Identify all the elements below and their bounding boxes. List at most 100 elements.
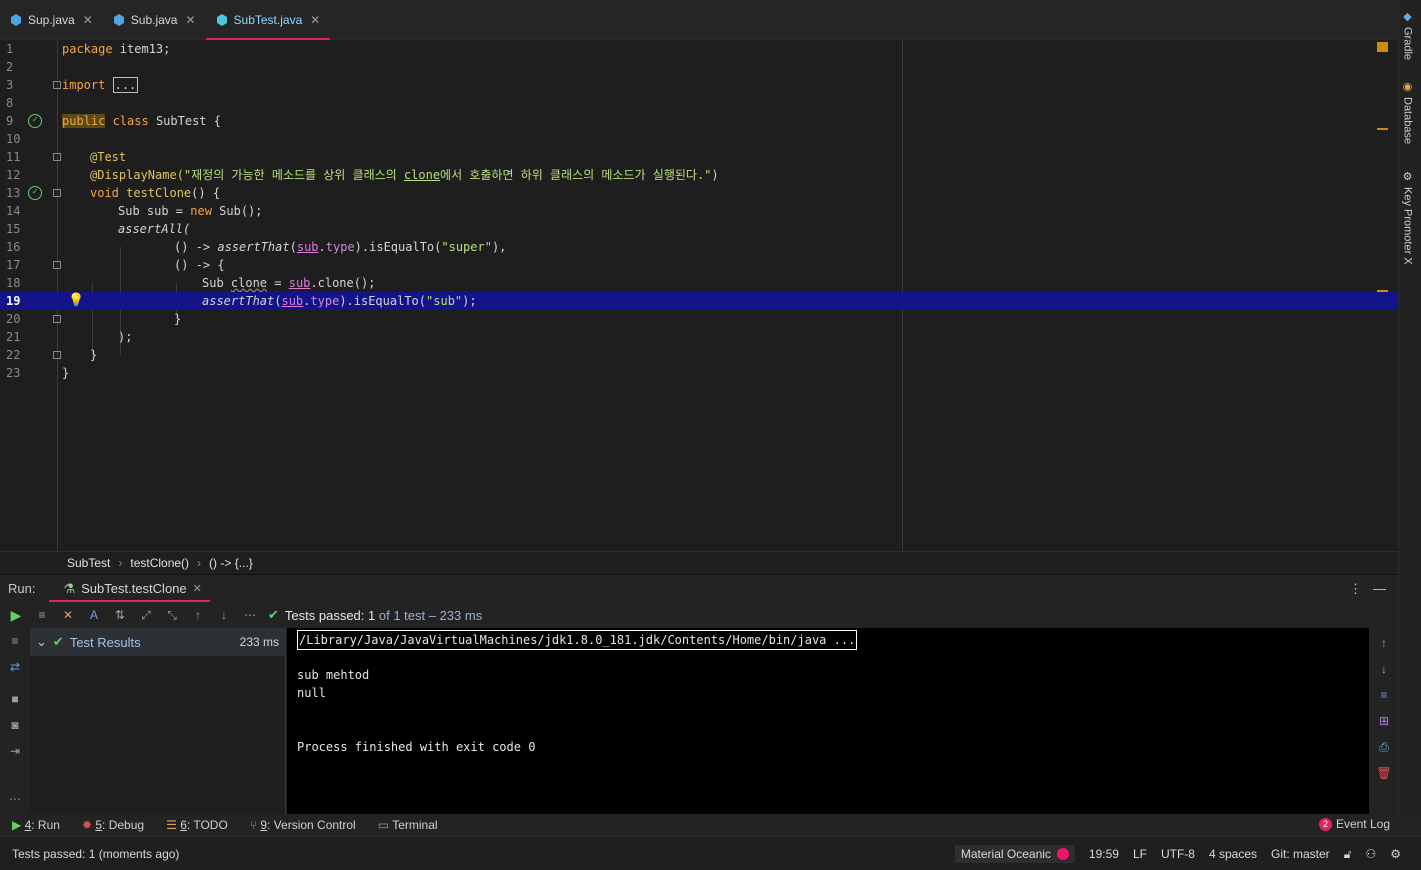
sort-duration-icon[interactable]: ⇅ (112, 608, 128, 622)
soft-wrap-icon[interactable]: ≡ (1376, 688, 1392, 702)
rerun-failed-icon[interactable]: ≡ (34, 608, 50, 622)
rerun-icon[interactable]: ▶ (8, 607, 24, 624)
breadcrumb-item[interactable]: SubTest (67, 556, 110, 570)
test-passed-icon[interactable]: ✓ (28, 114, 42, 128)
breadcrumb-item[interactable]: () -> {...} (209, 556, 253, 570)
stop-square-icon[interactable]: ■ (7, 692, 23, 706)
more-icon[interactable]: ⋯ (7, 792, 23, 806)
status-message[interactable]: Tests passed: 1 (moments ago) (12, 847, 179, 861)
event-log[interactable]: 2 Event Log (1318, 817, 1390, 831)
code-line: 3 import ... (6, 77, 139, 93)
console-output[interactable]: /Library/Java/JavaVirtualMachines/jdk1.8… (287, 628, 1369, 814)
code-line: 2 (6, 60, 14, 74)
more-options-icon[interactable]: ⋮ (1349, 581, 1362, 597)
current-code-line: 19 💡 assertThat(sub.type).isEqualTo("sub… (0, 292, 1398, 310)
fold-icon[interactable] (53, 351, 61, 359)
sort-alpha-icon[interactable]: A (86, 608, 102, 622)
run-window-header: Run: ⚗ SubTest.testClone ✕ ⋮ — (0, 574, 1398, 603)
code-line: 9 ✓ public class SubTest { (6, 114, 221, 128)
close-icon[interactable]: ✕ (185, 13, 195, 27)
camera-icon[interactable]: ◙ (7, 718, 23, 732)
chevron-down-icon[interactable]: ⌄ (36, 634, 47, 650)
arrow-down-icon[interactable]: ↓ (216, 608, 232, 622)
test-icon: ⚗ (63, 580, 76, 596)
console-command-line[interactable]: /Library/Java/JavaVirtualMachines/jdk1.8… (297, 630, 858, 650)
collapsed-imports[interactable]: ... (112, 77, 139, 93)
theme-color-dot (1056, 848, 1069, 860)
branch-icon: ⑂ (249, 818, 257, 832)
arrow-up-icon[interactable]: ↑ (190, 608, 206, 622)
key-promoter-tool[interactable]: ⚙ Key Promoter X (1401, 170, 1414, 265)
stop-icon[interactable]: ✕ (60, 608, 76, 622)
test-passed-icon[interactable]: ✓ (28, 186, 42, 200)
memory-icon[interactable]: ⚙ (1390, 847, 1401, 861)
database-tool[interactable]: ◉ Database (1401, 80, 1414, 144)
scroll-to-end-icon[interactable]: ⊞ (1376, 714, 1392, 728)
tool-version-control[interactable]: ⑂ 9: Version Control (250, 818, 356, 832)
close-icon[interactable]: ✕ (83, 13, 93, 27)
fold-icon[interactable] (53, 189, 61, 197)
tab-sup-java[interactable]: Sup.java ✕ (0, 0, 103, 40)
tab-label: Sup.java (28, 13, 75, 27)
code-line: 21 ); (6, 330, 133, 344)
tool-todo[interactable]: ☰ 6: TODO (166, 818, 228, 832)
tab-subtest-java[interactable]: SubTest.java ✕ (205, 0, 331, 41)
exit-icon[interactable]: ⇥ (7, 744, 23, 758)
filter-icon[interactable]: ≡ (7, 634, 23, 648)
code-line: 15 assertAll( (6, 222, 191, 236)
arrow-up-icon[interactable]: ↑ (1376, 636, 1392, 650)
error-stripe-mark[interactable] (1377, 290, 1388, 292)
lock-icon[interactable]: 🔓︎ (1344, 847, 1352, 862)
git-branch[interactable]: Git: master (1271, 847, 1330, 861)
tool-terminal[interactable]: ▭ Terminal (378, 818, 438, 832)
play-icon: ▶ (12, 818, 22, 832)
console-line: null (297, 686, 326, 700)
code-line: 23 } (6, 366, 70, 380)
breadcrumb-item[interactable]: testClone() (130, 556, 189, 570)
tool-run[interactable]: ▶ 4: Run (12, 818, 60, 832)
expand-all-icon[interactable]: ⤢ (138, 608, 154, 623)
theme-widget[interactable]: Material Oceanic (954, 845, 1075, 863)
fold-icon[interactable] (53, 153, 61, 161)
gradle-icon: ◆ (1401, 10, 1413, 23)
tool-debug[interactable]: ✹ 5: Debug (82, 818, 144, 832)
fold-icon[interactable] (53, 315, 61, 323)
lightbulb-icon[interactable]: 💡 (68, 292, 84, 310)
more-icon[interactable]: ⋯ (242, 608, 258, 622)
editor-tabbar: Sup.java ✕ Sub.java ✕ SubTest.java ✕ (0, 0, 1398, 41)
run-config-tab[interactable]: ⚗ SubTest.testClone ✕ (49, 575, 211, 603)
database-icon: ◉ (1401, 80, 1413, 93)
code-editor[interactable]: 1 package item13; 2 3 import ... 8 9 ✓ p… (0, 40, 1398, 551)
code-line: 10 (6, 132, 21, 146)
collapse-all-icon[interactable]: ⤡ (164, 608, 180, 623)
bug-icon: ✹ (81, 818, 93, 832)
print-icon[interactable]: ⎙ (1376, 740, 1392, 755)
arrow-down-icon[interactable]: ↓ (1376, 662, 1392, 676)
todo-icon: ☰ (166, 818, 177, 832)
minimize-icon[interactable]: — (1373, 581, 1386, 596)
inspector-icon[interactable]: ⚇ (1365, 847, 1376, 861)
close-icon[interactable]: ✕ (310, 13, 320, 27)
run-label: Run: (8, 581, 36, 596)
status-bar: Tests passed: 1 (moments ago) Material O… (0, 836, 1421, 870)
error-stripe-mark[interactable] (1377, 128, 1388, 130)
fold-icon[interactable] (53, 261, 61, 269)
test-results-row[interactable]: ⌄ ✔ Test Results 233 ms (30, 628, 285, 656)
cursor-position[interactable]: 19:59 (1089, 847, 1119, 861)
line-separator[interactable]: LF (1133, 847, 1147, 861)
file-encoding[interactable]: UTF-8 (1161, 847, 1195, 861)
tests-passed-summary: ✔ Tests passed: 1 of 1 test – 233 ms (268, 607, 483, 623)
tab-sub-java[interactable]: Sub.java ✕ (103, 0, 206, 40)
chevron-right-icon: › (118, 556, 123, 570)
inspection-status-icon[interactable] (1377, 42, 1388, 52)
gradle-tool[interactable]: ◆ Gradle (1401, 10, 1414, 60)
close-icon[interactable]: ✕ (193, 582, 202, 595)
trash-icon[interactable]: 🗑 (1376, 766, 1392, 780)
tab-label: Sub.java (130, 13, 178, 27)
indent-setting[interactable]: 4 spaces (1209, 847, 1257, 861)
fold-icon[interactable] (53, 81, 61, 89)
code-line: 16 () -> assertThat(sub.type).isEqualTo(… (6, 240, 507, 254)
toggle-icon[interactable]: ⇄ (7, 660, 23, 674)
